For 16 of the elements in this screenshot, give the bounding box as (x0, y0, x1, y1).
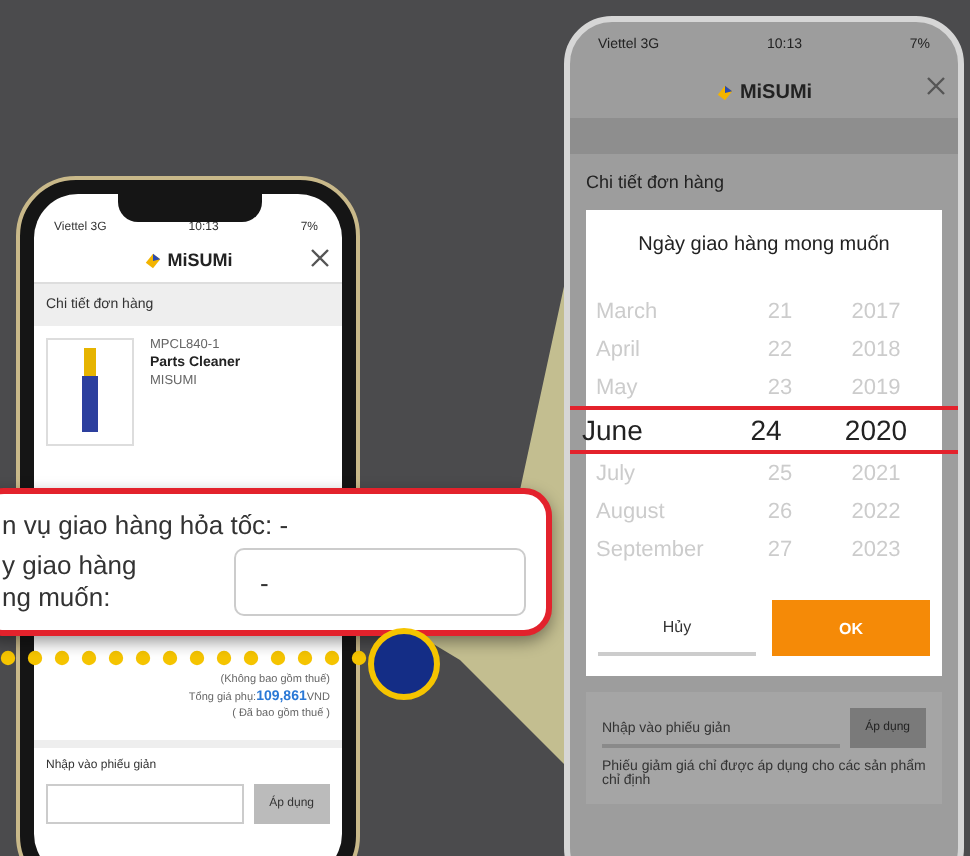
coupon-input[interactable] (46, 784, 244, 824)
logo-icon (715, 83, 734, 101)
close-icon[interactable] (310, 248, 330, 268)
logo-text: MiSUMi (739, 81, 813, 103)
logo-text: MiSUMi (167, 250, 233, 270)
dialog-title: Ngày giao hàng mong muốn (636, 234, 892, 256)
delivery-date-label: y giao hàng ng muốn: (2, 550, 137, 614)
picker-row[interactable]: June 24 2020 (570, 406, 958, 454)
phone-notch (118, 194, 262, 222)
section-title: Chi tiết đơn hàng (584, 170, 726, 196)
logo-icon (143, 251, 162, 269)
spray-can-icon (80, 348, 100, 436)
marker-dot (368, 628, 440, 700)
delivery-date-field[interactable]: - (234, 548, 526, 616)
express-delivery-text: n vụ giao hàng hỏa tốc: - (2, 510, 291, 540)
ok-button[interactable]: OK (772, 600, 930, 656)
